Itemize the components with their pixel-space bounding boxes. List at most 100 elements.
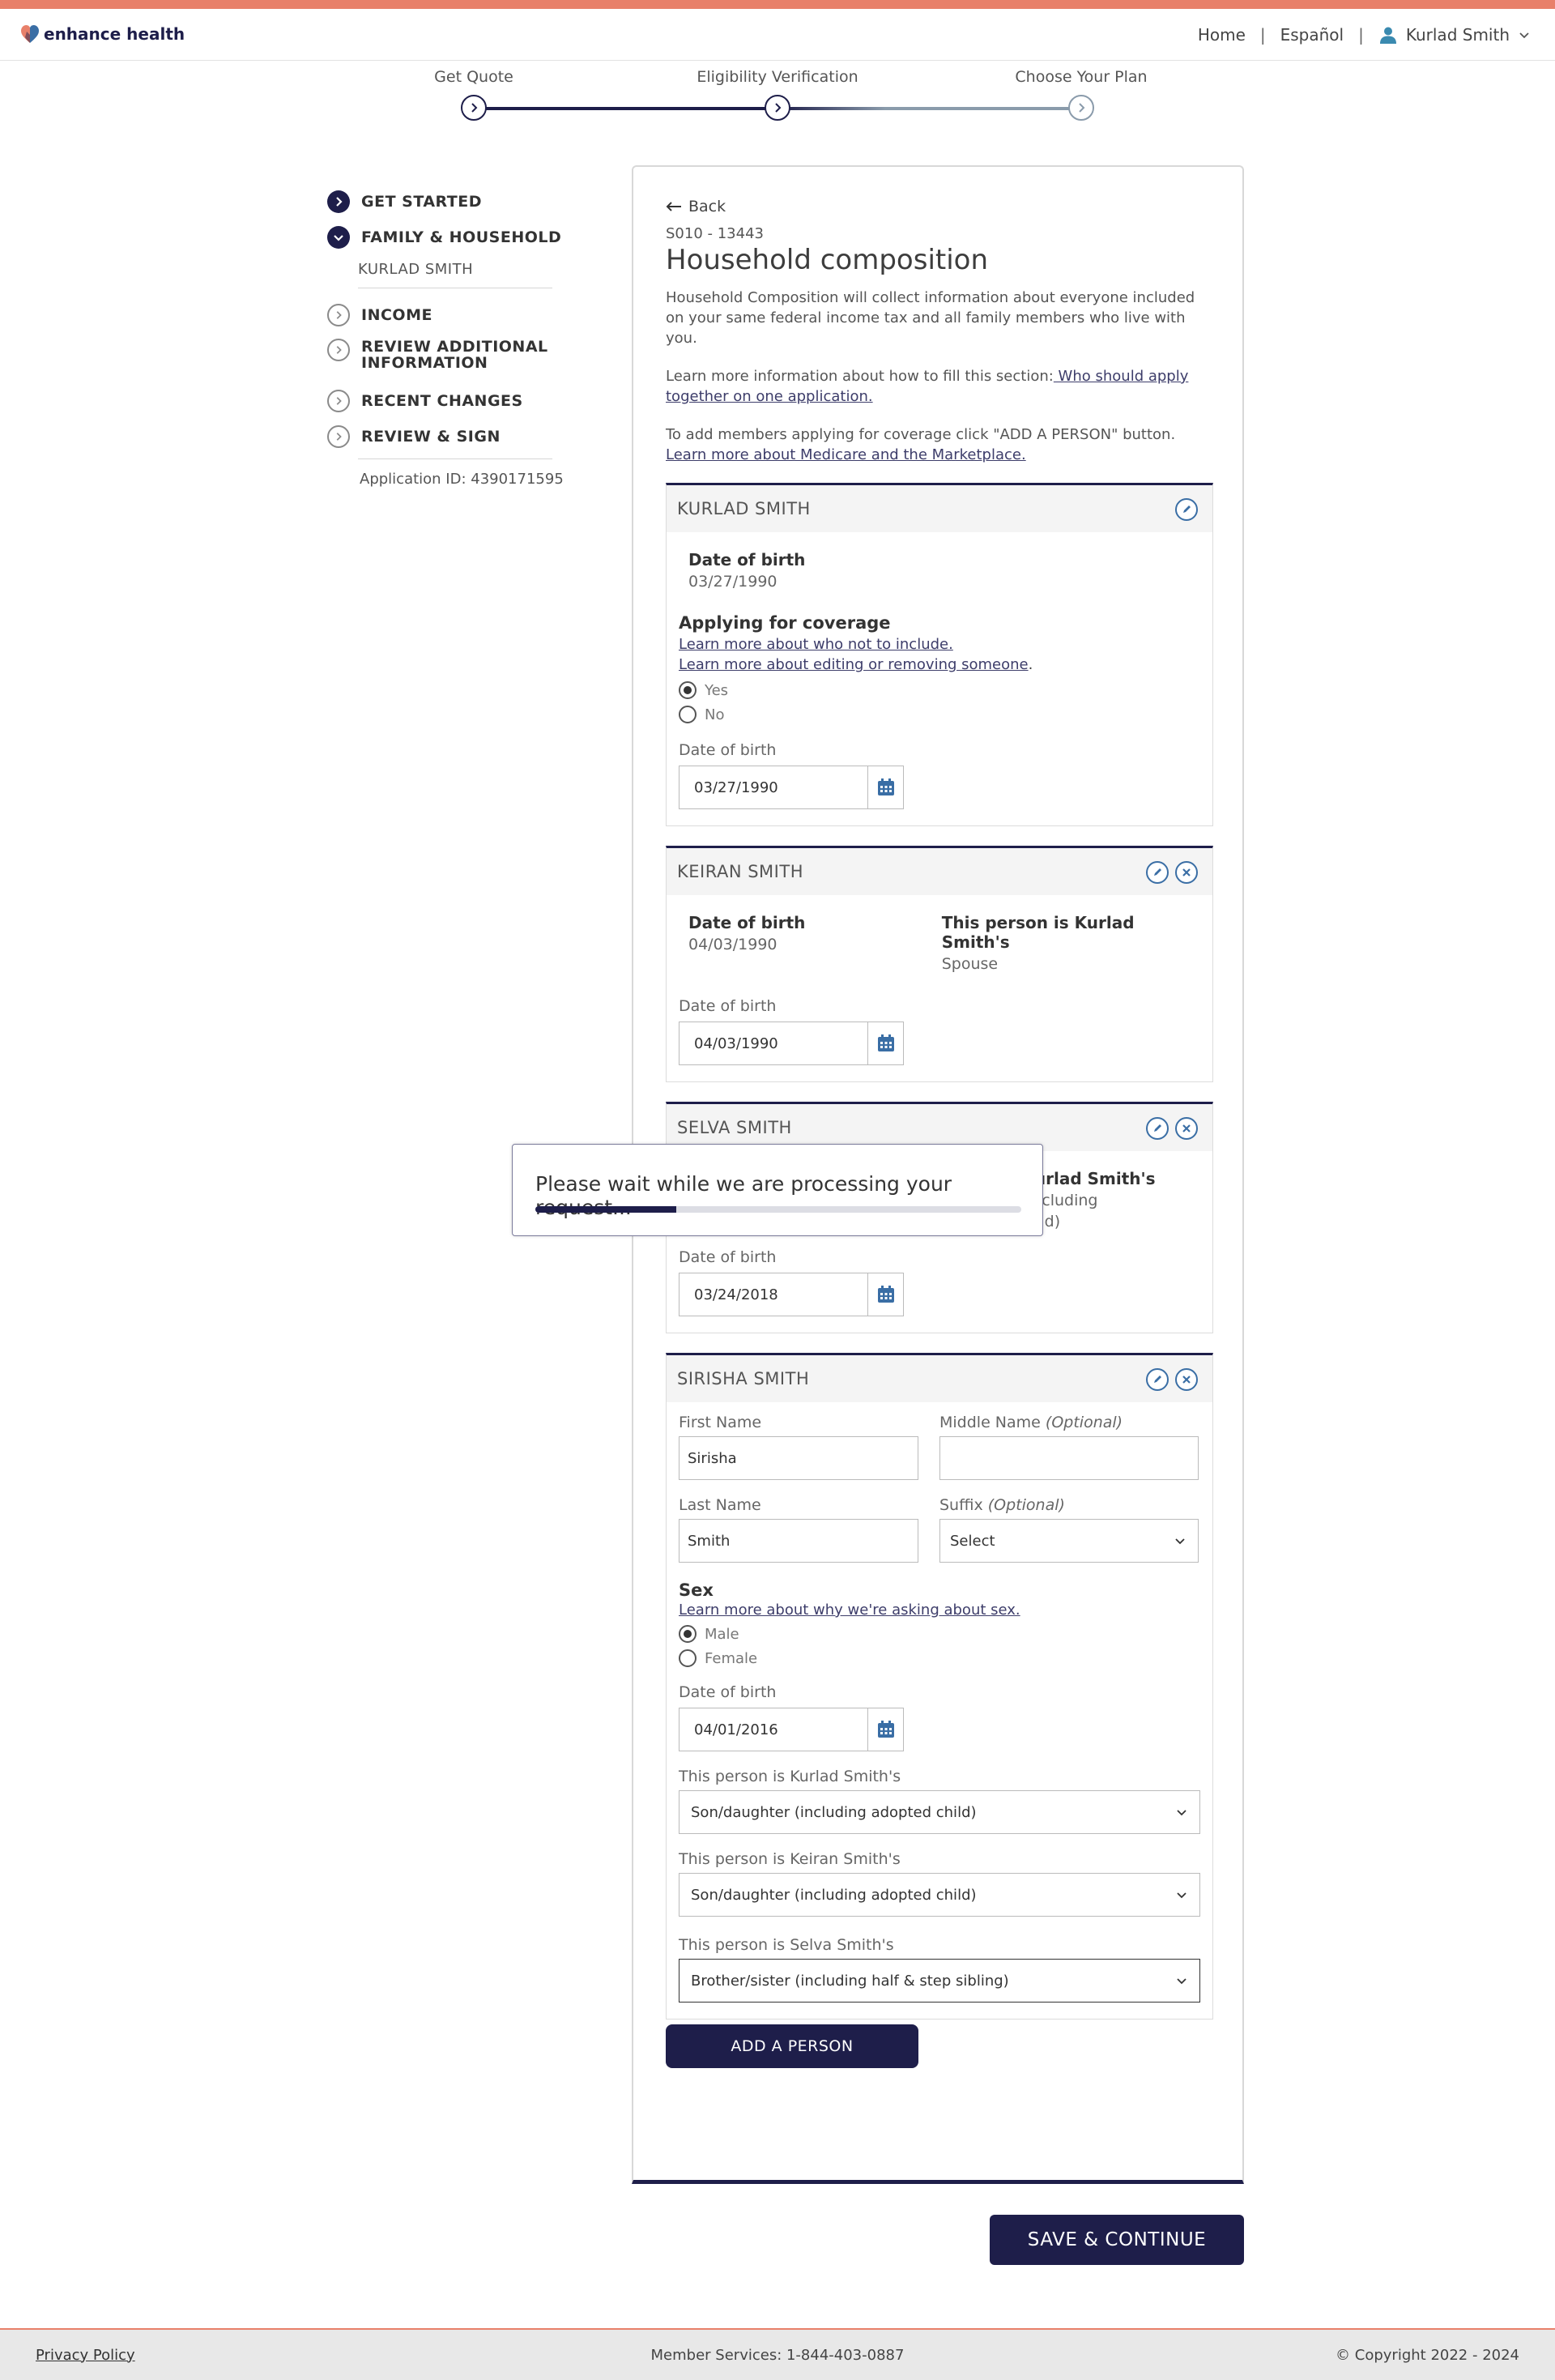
sidenav-item-family-household[interactable]: FAMILY & HOUSEHOLD — [327, 225, 570, 250]
chevron-down-icon — [1177, 1892, 1186, 1899]
processing-progress-bar — [535, 1206, 1021, 1213]
sidenav-item-income[interactable]: INCOME — [327, 303, 570, 327]
radio-button[interactable] — [679, 1625, 697, 1643]
stepper-line-complete — [475, 107, 779, 110]
sidenav-item-review-sign[interactable]: REVIEW & SIGN — [327, 424, 570, 449]
step-choose-plan[interactable] — [1068, 95, 1094, 121]
dob-input[interactable] — [679, 1273, 868, 1316]
radio-female[interactable]: Female — [679, 1649, 1200, 1667]
middle-name-input[interactable] — [939, 1436, 1199, 1480]
sidenav-item-get-started[interactable]: GET STARTED — [327, 190, 570, 214]
chevron-right-icon — [327, 339, 350, 361]
sidenav-label-line1: REVIEW ADDITIONAL — [361, 338, 548, 356]
nav-home-link[interactable]: Home — [1198, 25, 1246, 45]
relation3-value: Brother/sister (including half & step si… — [691, 1972, 1009, 1990]
dob-input[interactable] — [679, 1708, 868, 1751]
step-eligibility[interactable] — [765, 95, 790, 121]
add-person-button[interactable]: ADD A PERSON — [666, 2024, 918, 2068]
sidenav-item-review-additional[interactable]: REVIEW ADDITIONAL INFORMATION — [327, 339, 570, 377]
optional-tag: (Optional) — [1045, 1414, 1123, 1431]
step-get-quote[interactable] — [461, 95, 487, 121]
remove-x-icon[interactable] — [1175, 1117, 1198, 1140]
sidenav-label: GET STARTED — [361, 193, 483, 211]
brand-logo[interactable]: enhance health — [19, 23, 185, 45]
radio-label: Female — [705, 1649, 758, 1667]
last-name-input[interactable]: Smith — [679, 1519, 918, 1563]
radio-button[interactable] — [679, 706, 697, 723]
privacy-policy-link[interactable]: Privacy Policy — [36, 2347, 135, 2364]
date-field-label: Date of birth — [679, 741, 777, 759]
back-link[interactable]: Back — [666, 196, 1213, 217]
dob-input[interactable] — [679, 766, 868, 809]
suffix-select[interactable]: Select — [939, 1519, 1199, 1563]
learn-more-paragraph: Learn more information about how to fill… — [666, 366, 1213, 407]
calendar-icon[interactable] — [868, 1708, 904, 1751]
add-members-paragraph: To add members applying for coverage cli… — [666, 424, 1213, 465]
calendar-icon[interactable] — [868, 1022, 904, 1065]
calendar-icon[interactable] — [868, 766, 904, 809]
application-sidenav: GET STARTED FAMILY & HOUSEHOLD KURLAD SM… — [327, 190, 570, 488]
sex-title: Sex — [679, 1580, 714, 1600]
middle-name-label-text: Middle Name — [939, 1414, 1041, 1431]
edit-pencil-icon[interactable] — [1175, 498, 1198, 521]
middle-name-label: Middle Name (Optional) — [939, 1414, 1199, 1431]
case-id: S010 - 13443 — [666, 225, 764, 242]
remove-x-icon[interactable] — [1175, 861, 1198, 884]
intro-text: Household Composition will collect infor… — [666, 289, 1195, 347]
relation2-value: Son/daughter (including adopted child) — [691, 1886, 977, 1904]
sidenav-label-line2: INFORMATION — [361, 354, 488, 372]
edit-pencil-icon[interactable] — [1146, 861, 1169, 884]
person-actions — [1146, 1117, 1198, 1140]
relation2-select[interactable]: Son/daughter (including adopted child) — [679, 1873, 1200, 1917]
site-footer: Member Services: 1-844-403-0887 Privacy … — [0, 2328, 1555, 2380]
user-name: Kurlad Smith — [1405, 25, 1510, 45]
sidenav-subitem-kurlad-smith[interactable]: KURLAD SMITH — [358, 261, 552, 288]
optional-tag: (Optional) — [987, 1496, 1065, 1514]
top-accent-bar — [0, 0, 1555, 9]
edit-pencil-icon[interactable] — [1146, 1117, 1169, 1140]
sidenav-label: REVIEW & SIGN — [361, 428, 501, 446]
step-label-choose-plan: Choose Your Plan — [1015, 68, 1148, 86]
edit-pencil-icon[interactable] — [1146, 1368, 1169, 1391]
person-actions — [1146, 861, 1198, 884]
nav-language-link[interactable]: Español — [1280, 25, 1344, 45]
chevron-right-icon — [327, 390, 350, 412]
radio-button[interactable] — [679, 681, 697, 699]
date-field-label: Date of birth — [679, 997, 777, 1015]
learn-more-prefix: Learn more information about how to fill… — [666, 368, 1054, 385]
dob-input[interactable] — [679, 1022, 868, 1065]
add-members-text: To add members applying for coverage cli… — [666, 426, 1176, 443]
radio-button[interactable] — [679, 1649, 697, 1667]
processing-progress-fill — [535, 1206, 676, 1213]
radio-yes[interactable]: Yes — [679, 681, 1200, 699]
sex-info-link[interactable]: Learn more about why we're asking about … — [679, 1602, 1200, 1619]
relation1-select[interactable]: Son/daughter (including adopted child) — [679, 1790, 1200, 1834]
date-field-label: Date of birth — [679, 1248, 777, 1266]
chevron-right-icon — [775, 103, 782, 113]
sidenav-item-recent-changes[interactable]: RECENT CHANGES — [327, 389, 570, 413]
user-menu[interactable]: Kurlad Smith — [1378, 25, 1531, 45]
suffix-label-text: Suffix — [939, 1496, 983, 1514]
relation3-select[interactable]: Brother/sister (including half & step si… — [679, 1959, 1200, 2003]
first-name-input[interactable]: Sirisha — [679, 1436, 918, 1480]
editing-removing-link[interactable]: Learn more about editing or removing som… — [679, 656, 1029, 673]
medicare-link[interactable]: Learn more about Medicare and the Market… — [666, 446, 1026, 463]
chevron-right-icon — [327, 304, 350, 326]
person-header: KEIRAN SMITH — [667, 848, 1212, 895]
relation-label: This person is Kurlad Smith's — [941, 913, 1135, 952]
remove-x-icon[interactable] — [1175, 1368, 1198, 1391]
radio-no[interactable]: No — [679, 706, 1200, 723]
who-not-include-link[interactable]: Learn more about who not to include. — [679, 636, 953, 653]
person-name: SIRISHA SMITH — [677, 1369, 810, 1388]
header-nav: Home | Español | Kurlad Smith — [1198, 25, 1531, 45]
chevron-right-icon — [1079, 103, 1085, 113]
radio-male[interactable]: Male — [679, 1625, 1200, 1643]
dob-value: 03/27/1990 — [688, 573, 778, 591]
radio-label: Yes — [705, 681, 729, 699]
calendar-icon[interactable] — [868, 1273, 904, 1316]
person-body: Date of birth 03/27/1990 Applying for co… — [667, 532, 1212, 825]
person-actions — [1146, 1368, 1198, 1391]
page-title: Household composition — [666, 244, 989, 276]
save-continue-button[interactable]: SAVE & CONTINUE — [990, 2215, 1244, 2265]
progress-stepper: Get Quote Eligibility Verification Choos… — [405, 68, 1182, 125]
